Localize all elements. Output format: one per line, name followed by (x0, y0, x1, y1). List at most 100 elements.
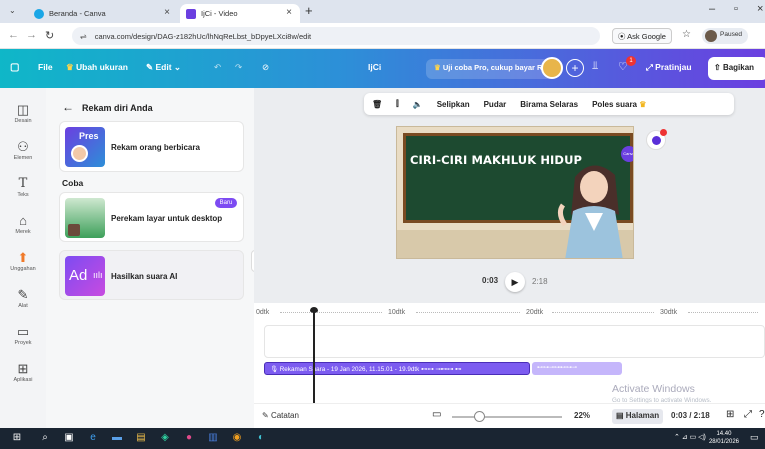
close-tab-icon[interactable]: × (164, 7, 170, 18)
rail-item-apps[interactable]: ⊞ Aplikasi (0, 361, 46, 383)
card-label: Rekam orang berbicara (111, 143, 200, 152)
ai-voice-card[interactable]: Ad ıılı Hasilkan suara AI (59, 250, 244, 300)
back-arrow-icon[interactable]: ← (8, 29, 19, 41)
cloud-saved-icon[interactable]: ⊘ (262, 62, 269, 73)
insert-button[interactable]: Selipkan (437, 100, 470, 109)
pinned-app-icon[interactable]: ◐ (254, 431, 268, 445)
search-icon[interactable]: ⌕ (38, 431, 52, 445)
rail-item-uploads[interactable]: ⬆ Unggahan (0, 250, 46, 272)
mic-icon: 🎙 (270, 366, 280, 373)
enhance-voice-button[interactable]: Poles suara ♛ (592, 100, 646, 109)
card-thumbnail (65, 198, 105, 238)
share-icon: ⇧ (714, 63, 723, 72)
app-icon[interactable]: ● (182, 431, 196, 445)
site-info-icon[interactable]: ⇌ (80, 32, 87, 41)
total-duration: 2:18 (532, 277, 548, 286)
rail-label: Alat (18, 303, 28, 309)
timeline-tick: 0dtk (256, 309, 270, 316)
tab-list-chevron-icon[interactable]: ⌄ (9, 6, 16, 15)
pro-trial-button[interactable]: ♛ Uji coba Pro, cukup bayar Rp0 (426, 59, 560, 79)
undo-icon[interactable]: ↶ (214, 62, 221, 73)
notes-button[interactable]: ✎ Catatan (262, 411, 299, 420)
windows-start-icon[interactable]: ⊞ (10, 431, 24, 445)
design-name[interactable]: IjCi (368, 62, 381, 72)
reload-icon[interactable]: ↻ (45, 29, 54, 42)
zoom-level[interactable]: 22% (574, 411, 590, 420)
rail-item-elements[interactable]: ⚇ Elemen (0, 139, 46, 161)
avatar[interactable] (541, 57, 563, 79)
system-tray-icons[interactable]: ⌃ ⊿ ▭ ◁) (674, 433, 706, 441)
delete-icon[interactable]: 🗑 (372, 100, 382, 109)
pages-button[interactable]: ▤ Halaman (612, 409, 664, 424)
record-talking-card[interactable]: Pres Rekam orang berbicara (59, 121, 244, 172)
help-icon[interactable]: ? (759, 409, 765, 420)
canva-favicon-icon (34, 8, 44, 19)
lens-icon: ⦿ (618, 32, 628, 41)
chrome-icon[interactable]: ◉ (230, 431, 244, 445)
edit-menu[interactable]: ✎ Edit ⌄ (146, 62, 181, 73)
bookmark-star-icon[interactable]: ☆ (682, 29, 691, 40)
close-window-icon[interactable]: × (757, 3, 763, 15)
rail-item-brand[interactable]: ⌂ Merek (0, 213, 46, 235)
minimize-icon[interactable]: – (709, 3, 715, 15)
audio-toolbar: 🗑 ⫿ 🔈 Selipkan Pudar Birama Selaras Pole… (364, 93, 734, 115)
grid-view-icon[interactable]: ⊞ (726, 409, 734, 420)
preview-button[interactable]: ⤢ Pratinjau (646, 62, 692, 73)
video-track[interactable] (264, 325, 765, 358)
rail-label: Proyek (14, 340, 32, 346)
sidebar-toggle-icon[interactable]: ▢ (10, 62, 19, 73)
ask-google-button[interactable]: ⦿ Ask Google (612, 28, 672, 44)
notification-center-icon[interactable]: ▭ (750, 432, 759, 443)
monitor-icon[interactable]: ▭ (432, 409, 441, 420)
ask-google-label: Ask Google (627, 32, 666, 41)
edge-icon[interactable]: e (86, 431, 100, 445)
store-icon[interactable]: ◈ (158, 431, 172, 445)
profile-button[interactable]: Paused (702, 28, 749, 44)
tab-video[interactable]: IjCi - Video × (180, 4, 300, 23)
fade-button[interactable]: Pudar (484, 100, 507, 109)
audio-clip-continuation[interactable]: ⊷⊶⊸⊶⊷⊶⊸ (532, 362, 622, 375)
share-button[interactable]: ⇧ Bagikan (708, 57, 765, 80)
analytics-icon[interactable]: ⫫ (592, 60, 598, 73)
zoom-slider-thumb[interactable] (474, 411, 485, 422)
rail-item-design[interactable]: ◫ Desain (0, 102, 46, 124)
word-icon[interactable]: ▥ (206, 431, 220, 445)
profile-status: Paused (720, 31, 743, 38)
rail-item-tools[interactable]: ✎ Alat (0, 287, 46, 309)
rail-item-projects[interactable]: ▭ Proyek (0, 324, 46, 346)
url-field[interactable]: ⇌ canva.com/design/DAG-z182hUc/lhNqReLbs… (72, 27, 600, 45)
add-collaborator-icon[interactable]: + (566, 59, 584, 77)
task-view-icon[interactable]: ▣ (62, 431, 76, 445)
taskbar-clock[interactable]: 14.40 28/01/2026 (709, 430, 739, 446)
audio-clip[interactable]: 🎙 Rekaman Suara - 19 Jan 2026, 11.15.01 … (264, 362, 530, 375)
new-tab-icon[interactable]: + (305, 3, 313, 18)
play-button[interactable]: ▶ (505, 272, 525, 292)
tab-canva-home[interactable]: Beranda - Canva × (28, 4, 178, 23)
close-tab-icon[interactable]: × (286, 7, 292, 18)
redo-icon[interactable]: ↷ (235, 62, 242, 73)
mail-icon[interactable]: ▬ (110, 431, 124, 445)
rail-label: Teks (17, 192, 29, 198)
resize-button[interactable]: ♛ Ubah ukuran (66, 62, 128, 73)
split-icon[interactable]: ⫿ (396, 99, 399, 109)
volume-icon[interactable]: 🔈 (413, 100, 423, 109)
rail-label: Elemen (13, 155, 33, 161)
card-thumbnail: Ad ıılı (65, 256, 105, 296)
screen-recorder-card[interactable]: Perekam layar untuk desktop Baru (59, 192, 244, 242)
beat-sync-button[interactable]: Birama Selaras (520, 100, 578, 109)
maximize-icon[interactable]: ▫ (734, 3, 738, 15)
new-badge: Baru (215, 198, 237, 208)
file-explorer-icon[interactable]: ▤ (134, 431, 148, 445)
card-label: Perekam layar untuk desktop (111, 214, 223, 223)
forward-arrow-icon[interactable]: → (26, 29, 37, 41)
slide-preview[interactable]: CIRI-CIRI MAKHLUK HIDUP Canva (396, 126, 634, 259)
rail-item-text[interactable]: T Teks (0, 176, 46, 198)
fullscreen-icon[interactable]: ⤢ (744, 409, 752, 420)
canva-video-favicon-icon (186, 8, 196, 19)
file-menu[interactable]: File (38, 62, 53, 72)
canva-assistant-icon[interactable] (646, 129, 667, 150)
address-bar: ← → ↻ ⇌ canva.com/design/DAG-z182hUc/lhN… (0, 23, 765, 49)
zoom-slider[interactable] (452, 411, 562, 422)
activate-windows-title: Activate Windows (612, 383, 695, 395)
back-arrow-icon[interactable]: ← (62, 100, 74, 114)
